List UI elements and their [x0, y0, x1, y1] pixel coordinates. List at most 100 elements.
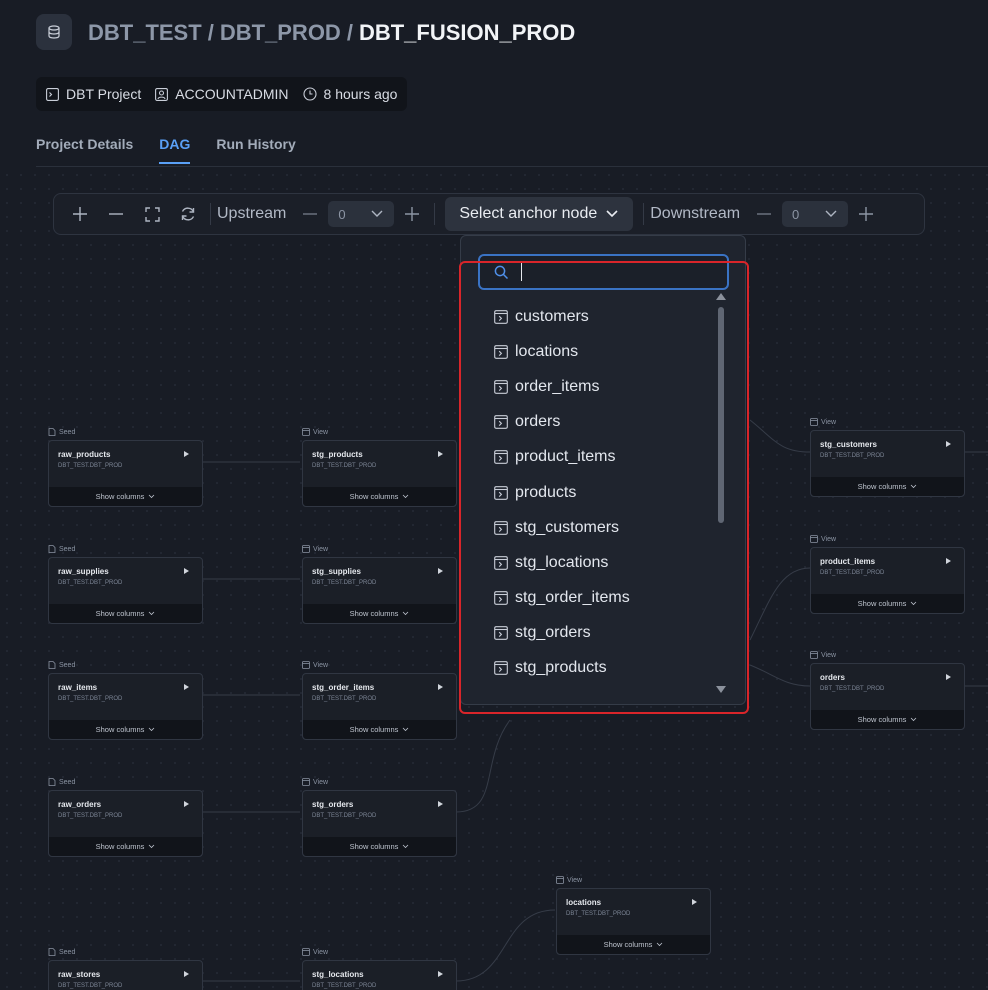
node-card[interactable]: raw_products DBT_TEST.DBT_PROD Show column… — [48, 440, 203, 507]
show-columns-button[interactable]: Show columns — [303, 604, 456, 623]
node-card[interactable]: raw_items DBT_TEST.DBT_PROD Show columns — [48, 673, 203, 740]
dag-node[interactable]: View stg_products DBT_TEST.DBT_PROD Show co… — [302, 426, 457, 507]
show-columns-button[interactable]: Show columns — [49, 720, 202, 739]
zoom-in-button[interactable] — [62, 198, 98, 230]
play-icon[interactable] — [692, 899, 697, 905]
node-schema: DBT_TEST.DBT_PROD — [312, 983, 377, 989]
dag-node[interactable]: View product_items DBT_TEST.DBT_PROD Show c… — [810, 533, 965, 614]
node-card[interactable]: product_items DBT_TEST.DBT_PROD Show colum… — [810, 547, 965, 614]
node-card[interactable]: raw_storesDBT_TEST.DBT_PRODShow columns — [48, 960, 203, 990]
node-option[interactable]: product_items — [494, 440, 709, 475]
show-columns-button[interactable]: Show columns — [303, 720, 456, 739]
downstream-depth-select[interactable]: 0 — [782, 201, 849, 227]
play-icon[interactable] — [438, 801, 443, 807]
select-anchor-node-button[interactable]: Select anchor node — [445, 197, 634, 231]
upstream-decrement-button[interactable] — [292, 198, 328, 230]
show-columns-button[interactable]: Show columns — [303, 837, 456, 856]
scroll-up-arrow-icon[interactable] — [716, 293, 726, 300]
chevron-down-icon — [403, 494, 409, 499]
show-columns-label: Show columns — [349, 725, 399, 734]
downstream-increment-button[interactable] — [848, 198, 884, 230]
dag-node[interactable]: Viewstg_locationsDBT_TEST.DBT_PRODShow c… — [302, 946, 457, 990]
show-columns-button[interactable]: Show columns — [557, 935, 710, 954]
play-icon[interactable] — [184, 684, 189, 690]
play-icon[interactable] — [438, 971, 443, 977]
scrollbar-thumb[interactable] — [718, 307, 724, 523]
show-columns-button[interactable]: Show columns — [811, 710, 964, 729]
node-card[interactable]: raw_orders DBT_TEST.DBT_PROD Show columns — [48, 790, 203, 857]
breadcrumb-database[interactable]: DBT_TEST — [88, 20, 202, 45]
play-icon[interactable] — [184, 971, 189, 977]
fit-view-button[interactable] — [134, 198, 170, 230]
breadcrumb-schema[interactable]: DBT_PROD — [220, 20, 341, 45]
dag-node[interactable]: View locations DBT_TEST.DBT_PROD Show colum… — [556, 874, 711, 955]
seed-file-icon — [48, 948, 56, 956]
play-icon[interactable] — [438, 451, 443, 457]
dag-node[interactable]: Seedraw_storesDBT_TEST.DBT_PRODShow colu… — [48, 946, 203, 990]
dag-node[interactable]: View stg_order_items DBT_TEST.DBT_PROD Show… — [302, 659, 457, 740]
dag-node[interactable]: View stg_supplies DBT_TEST.DBT_PROD Show co… — [302, 543, 457, 624]
scroll-down-arrow-icon[interactable] — [716, 686, 726, 693]
play-icon[interactable] — [184, 451, 189, 457]
show-columns-button[interactable]: Show columns — [811, 594, 964, 613]
node-option[interactable]: order_items — [494, 369, 709, 404]
upstream-increment-button[interactable] — [394, 198, 430, 230]
node-schema: DBT_TEST.DBT_PROD — [566, 911, 631, 917]
refresh-button[interactable] — [170, 198, 206, 230]
show-columns-button[interactable]: Show columns — [49, 837, 202, 856]
node-card[interactable]: stg_products DBT_TEST.DBT_PROD Show column… — [302, 440, 457, 507]
play-icon[interactable] — [946, 674, 951, 680]
node-card[interactable]: stg_order_items DBT_TEST.DBT_PROD Show col… — [302, 673, 457, 740]
play-icon[interactable] — [184, 801, 189, 807]
dropdown-scrollbar[interactable] — [715, 293, 727, 693]
database-icon — [48, 25, 60, 39]
node-card[interactable]: raw_supplies DBT_TEST.DBT_PROD Show column… — [48, 557, 203, 624]
node-option[interactable]: products — [494, 475, 709, 510]
dag-node[interactable]: Seed raw_products DBT_TEST.DBT_PROD Show co… — [48, 426, 203, 507]
dag-node[interactable]: Seed raw_orders DBT_TEST.DBT_PROD Show colu… — [48, 776, 203, 857]
show-columns-button[interactable]: Show columns — [303, 487, 456, 506]
node-card[interactable]: stg_orders DBT_TEST.DBT_PROD Show columns — [302, 790, 457, 857]
play-icon[interactable] — [946, 441, 951, 447]
node-type-label: Seed — [48, 776, 203, 788]
dag-node[interactable]: View stg_customers DBT_TEST.DBT_PROD Show c… — [810, 416, 965, 497]
show-columns-button[interactable]: Show columns — [49, 487, 202, 506]
breadcrumb-separator: / — [207, 20, 214, 45]
node-card[interactable]: locations DBT_TEST.DBT_PROD Show columns — [556, 888, 711, 955]
dag-node[interactable]: View orders DBT_TEST.DBT_PROD Show columns — [810, 649, 965, 730]
node-option[interactable]: locations — [494, 334, 709, 369]
dag-node[interactable]: Seed raw_supplies DBT_TEST.DBT_PROD Show co… — [48, 543, 203, 624]
node-option[interactable]: stg_customers — [494, 510, 709, 545]
node-card[interactable]: orders DBT_TEST.DBT_PROD Show columns — [810, 663, 965, 730]
play-icon[interactable] — [184, 568, 189, 574]
show-columns-button[interactable]: Show columns — [811, 477, 964, 496]
seed-file-icon — [48, 428, 56, 436]
chevron-down-icon — [149, 494, 155, 499]
play-icon[interactable] — [946, 558, 951, 564]
downstream-decrement-button[interactable] — [746, 198, 782, 230]
show-columns-label: Show columns — [95, 725, 145, 734]
node-option[interactable]: stg_locations — [494, 545, 709, 580]
tab-run-history[interactable]: Run History — [216, 136, 295, 164]
chevron-down-icon — [149, 844, 155, 849]
node-type-label: View — [302, 426, 457, 438]
show-columns-button[interactable]: Show columns — [49, 604, 202, 623]
node-option[interactable]: stg_products — [494, 651, 709, 686]
project-meta-bar: DBT Project ACCOUNTADMIN 8 hours ago — [36, 77, 407, 111]
tab-dag[interactable]: DAG — [159, 136, 191, 164]
node-option[interactable]: customers — [494, 299, 709, 334]
zoom-out-button[interactable] — [98, 198, 134, 230]
node-option[interactable]: stg_order_items — [494, 581, 709, 616]
play-icon[interactable] — [438, 684, 443, 690]
node-option[interactable]: stg_orders — [494, 616, 709, 651]
upstream-depth-select[interactable]: 0 — [328, 201, 395, 227]
tab-project-details[interactable]: Project Details — [36, 136, 133, 164]
node-card[interactable]: stg_customers DBT_TEST.DBT_PROD Show colum… — [810, 430, 965, 497]
node-option[interactable]: orders — [494, 405, 709, 440]
node-card[interactable]: stg_locationsDBT_TEST.DBT_PRODShow colum… — [302, 960, 457, 990]
node-card[interactable]: stg_supplies DBT_TEST.DBT_PROD Show column… — [302, 557, 457, 624]
dag-node[interactable]: Seed raw_items DBT_TEST.DBT_PROD Show colum… — [48, 659, 203, 740]
play-icon[interactable] — [438, 568, 443, 574]
node-search-input[interactable] — [478, 254, 729, 290]
dag-node[interactable]: View stg_orders DBT_TEST.DBT_PROD Show colu… — [302, 776, 457, 857]
